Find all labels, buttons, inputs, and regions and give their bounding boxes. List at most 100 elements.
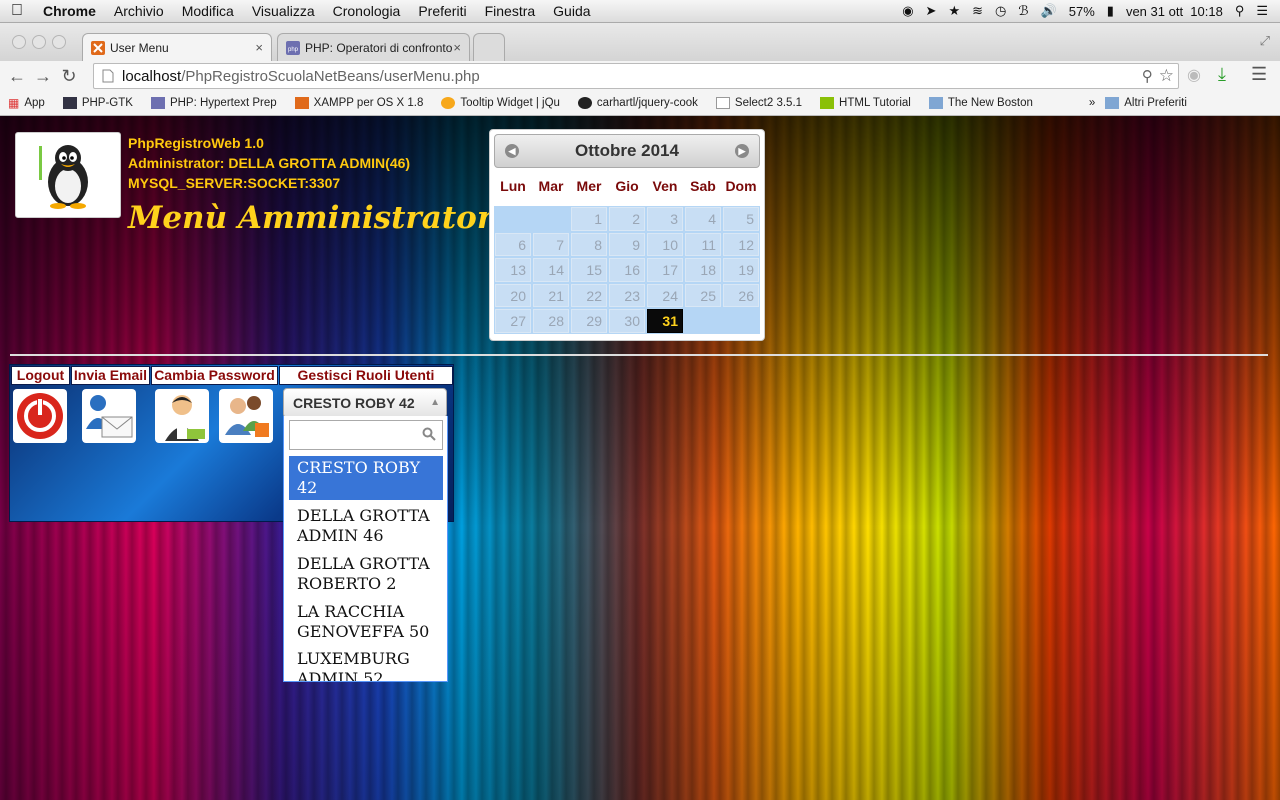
user-option[interactable]: LUXEMBURG ADMIN 52 <box>289 647 443 681</box>
location-arrow-icon[interactable]: ➤ <box>926 3 937 19</box>
user-option[interactable]: CRESTO ROBY 42 <box>289 456 443 500</box>
reload-icon[interactable]: ↻ <box>56 66 82 87</box>
menu-cronologia[interactable]: Cronologia <box>324 3 410 19</box>
bookmark-new-boston[interactable]: The New Boston <box>928 97 1033 109</box>
bluetooth-icon[interactable]: ℬ <box>1018 3 1028 19</box>
calendar-day-today[interactable]: 31 <box>647 309 683 333</box>
calendar-day[interactable]: 18 <box>685 258 721 282</box>
extension-icon[interactable]: ◉ <box>1187 65 1201 85</box>
battery-icon[interactable]: ▮ <box>1107 3 1114 19</box>
evernote-icon[interactable]: ★ <box>948 3 960 19</box>
more-bookmarks-chevron[interactable]: » <box>1089 97 1095 109</box>
calendar-day[interactable]: 8 <box>571 232 607 257</box>
tab-php-operators[interactable]: php PHP: Operatori di confronto × <box>277 33 470 61</box>
time-machine-icon[interactable]: ◷ <box>995 3 1006 19</box>
battery-percent[interactable]: 57% <box>1069 4 1095 19</box>
user-option[interactable]: DELLA GROTTA ADMIN 46 <box>289 504 443 548</box>
calendar-day[interactable]: 4 <box>685 207 721 231</box>
calendar-day[interactable]: 26 <box>723 283 759 308</box>
calendar-day[interactable]: 11 <box>685 232 721 257</box>
tab-user-menu[interactable]: User Menu × <box>82 33 272 61</box>
calendar-day[interactable]: 13 <box>495 258 531 282</box>
calendar-day[interactable]: 20 <box>495 283 531 308</box>
calendar-day[interactable]: 27 <box>495 309 531 333</box>
menu-app-name[interactable]: Chrome <box>34 3 105 19</box>
calendar-day[interactable]: 25 <box>685 283 721 308</box>
next-month-icon[interactable]: ▶ <box>735 144 749 158</box>
volume-icon[interactable]: 🔊 <box>1041 3 1057 19</box>
manage-roles-button[interactable] <box>219 389 273 443</box>
send-email-button[interactable] <box>82 389 136 443</box>
bookmark-select2[interactable]: Select2 3.5.1 <box>715 97 802 109</box>
folder-icon <box>928 97 943 109</box>
clock[interactable]: ven 31 ott 10:18 <box>1126 4 1223 19</box>
calendar-day[interactable]: 19 <box>723 258 759 282</box>
calendar-day[interactable]: 15 <box>571 258 607 282</box>
manage-roles-label[interactable]: Gestisci Ruoli Utenti <box>279 366 453 385</box>
user-search-input[interactable] <box>289 420 443 450</box>
change-password-label[interactable]: Cambia Password <box>151 366 278 385</box>
bookmark-html-tutorial[interactable]: HTML Tutorial <box>820 97 911 109</box>
user-option[interactable]: LA RACCHIA GENOVEFFA 50 <box>289 600 443 644</box>
calendar-day[interactable]: 9 <box>609 232 645 257</box>
calendar-day[interactable]: 29 <box>571 309 607 333</box>
calendar-day[interactable]: 23 <box>609 283 645 308</box>
previous-month-icon[interactable]: ◀ <box>505 144 519 158</box>
calendar-day[interactable]: 5 <box>723 207 759 231</box>
new-tab-button[interactable] <box>473 33 505 61</box>
apple-menu-icon[interactable]:  <box>0 2 34 20</box>
menu-preferiti[interactable]: Preferiti <box>409 3 475 19</box>
calendar-day[interactable]: 7 <box>533 232 569 257</box>
user-select[interactable]: CRESTO ROBY 42 ▲ <box>283 388 447 418</box>
select-arrow-icon[interactable]: ▲ <box>430 389 440 417</box>
calendar-day[interactable]: 21 <box>533 283 569 308</box>
change-password-button[interactable] <box>155 389 209 443</box>
bookmark-php-gtk[interactable]: PHP-GTK <box>62 97 133 109</box>
calendar-day[interactable]: 14 <box>533 258 569 282</box>
user-option[interactable]: DELLA GROTTA ROBERTO 2 <box>289 552 443 596</box>
bookmark-star-icon[interactable]: ☆ <box>1159 66 1174 86</box>
address-bar[interactable]: localhost/PhpRegistroScuolaNetBeans/user… <box>93 63 1179 89</box>
fullscreen-icon[interactable]: ⤢ <box>1260 33 1270 49</box>
close-tab-icon[interactable]: × <box>453 40 461 55</box>
logout-label[interactable]: Logout <box>11 366 70 385</box>
bookmark-tooltip-widget[interactable]: Tooltip Widget | jQu <box>441 97 560 109</box>
zoom-icon[interactable]: ⚲ <box>1142 67 1153 85</box>
chrome-menu-icon[interactable]: ☰ <box>1251 64 1267 85</box>
calendar-day[interactable]: 1 <box>571 207 607 231</box>
menu-modifica[interactable]: Modifica <box>173 3 243 19</box>
calendar-day[interactable]: 24 <box>647 283 683 308</box>
menu-archivio[interactable]: Archivio <box>105 3 173 19</box>
menu-guida[interactable]: Guida <box>544 3 599 19</box>
spotlight-icon[interactable]: ⚲ <box>1235 3 1245 19</box>
calendar-day[interactable]: 2 <box>609 207 645 231</box>
logout-button[interactable] <box>13 389 67 443</box>
bookmark-jquery-cookie[interactable]: carhartl/jquery-cook <box>577 97 698 109</box>
close-window-button[interactable] <box>12 35 26 49</box>
back-arrow-icon[interactable]: ← <box>4 66 30 87</box>
calendar-day[interactable]: 22 <box>571 283 607 308</box>
forward-arrow-icon[interactable]: → <box>30 66 56 87</box>
bookmark-php-hypertext[interactable]: PHP: Hypertext Prep <box>150 97 277 109</box>
menu-finestra[interactable]: Finestra <box>476 3 545 19</box>
close-tab-icon[interactable]: × <box>255 40 263 55</box>
notification-center-icon[interactable]: ☰ <box>1256 3 1268 19</box>
zoom-window-button[interactable] <box>52 35 66 49</box>
calendar-day[interactable]: 12 <box>723 232 759 257</box>
minimize-window-button[interactable] <box>32 35 46 49</box>
calendar-day[interactable]: 16 <box>609 258 645 282</box>
menu-visualizza[interactable]: Visualizza <box>243 3 324 19</box>
wifi-icon[interactable]: ≋ <box>972 3 983 19</box>
calendar-day[interactable]: 28 <box>533 309 569 333</box>
bookmark-app[interactable]: ▦ App <box>8 96 45 110</box>
calendar-day[interactable]: 3 <box>647 207 683 231</box>
calendar-day[interactable]: 17 <box>647 258 683 282</box>
calendar-day[interactable]: 10 <box>647 232 683 257</box>
calendar-day[interactable]: 6 <box>495 232 531 257</box>
bookmark-xampp[interactable]: XAMPP per OS X 1.8 <box>294 97 423 109</box>
download-icon[interactable]: ⤓ <box>1218 64 1226 85</box>
send-email-label[interactable]: Invia Email <box>71 366 150 385</box>
status-circle-icon[interactable]: ◉ <box>902 3 913 19</box>
bookmark-other[interactable]: Altri Preferiti <box>1105 97 1187 109</box>
calendar-day[interactable]: 30 <box>609 309 645 333</box>
